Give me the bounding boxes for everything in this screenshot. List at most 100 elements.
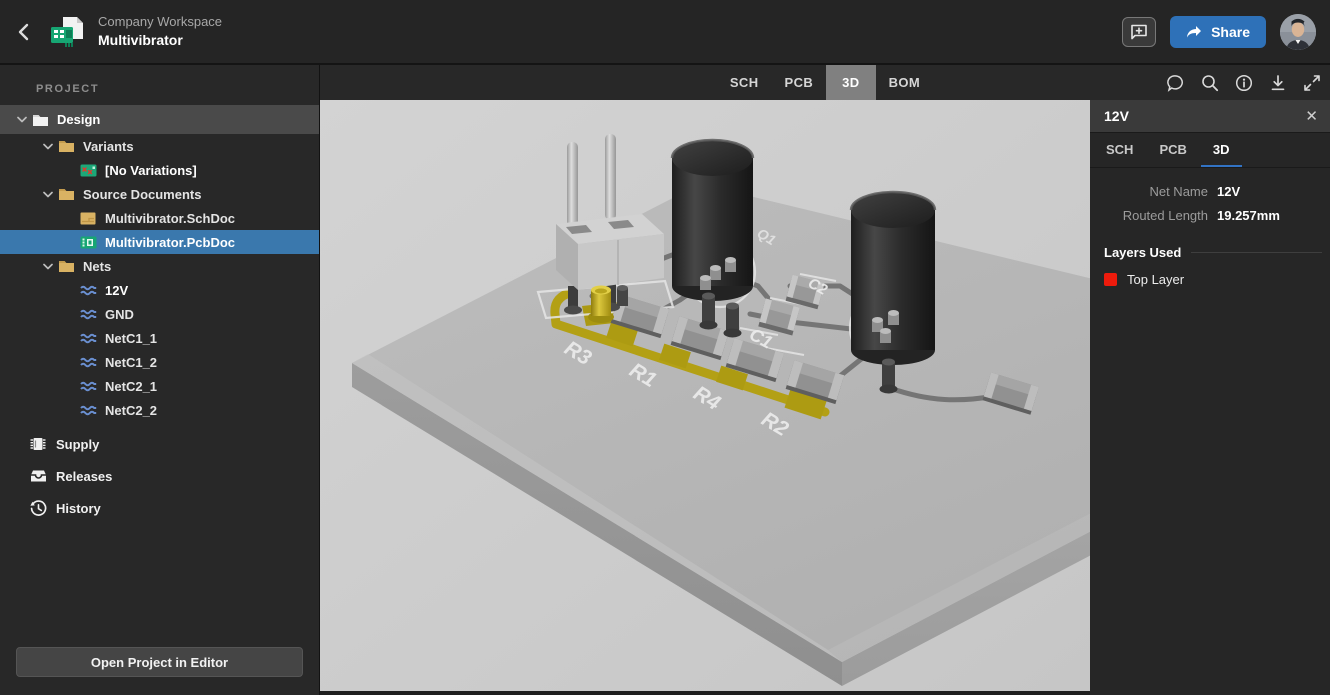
search-button[interactable] xyxy=(1198,71,1222,95)
pcb-3d-viewport[interactable]: Q1 xyxy=(320,100,1090,695)
comment-plus-icon xyxy=(1130,24,1148,40)
net-panel-tab-pcb[interactable]: PCB xyxy=(1147,133,1198,167)
tree-item-netc1-1[interactable]: NetC1_1 xyxy=(0,326,319,350)
back-button[interactable] xyxy=(6,12,40,52)
tree-item-variants[interactable]: Variants xyxy=(0,134,319,158)
net-panel-title: 12V xyxy=(1104,108,1129,124)
expand-chevron[interactable] xyxy=(12,116,32,123)
folder-icon xyxy=(58,186,76,202)
expand-chevron[interactable] xyxy=(38,191,58,198)
add-comment-button[interactable] xyxy=(1122,17,1156,47)
sidebar-item-label: Supply xyxy=(56,437,99,452)
expand-chevron[interactable] xyxy=(38,143,58,150)
tree-item-netc2-1[interactable]: NetC2_1 xyxy=(0,374,319,398)
chip-icon xyxy=(30,436,47,453)
pcb-3d-scene: Q1 xyxy=(320,100,1090,695)
layer-name: Top Layer xyxy=(1127,272,1184,287)
close-icon[interactable]: ✕ xyxy=(1305,109,1318,124)
project-tree: Design Variants [No Variations] Source Docu… xyxy=(0,105,319,422)
tree-item-netc2-2[interactable]: NetC2_2 xyxy=(0,398,319,422)
altium-365-viewer: Company Workspace Multivibrator Share xyxy=(0,0,1330,695)
tree-item-label: NetC1_2 xyxy=(105,355,157,370)
folder-icon xyxy=(58,259,75,273)
tree-item-label: Multivibrator.SchDoc xyxy=(105,211,235,226)
field-value: 12V xyxy=(1217,184,1240,199)
project-sidebar: PROJECT Design Variants [No Variations] Sou… xyxy=(0,65,320,695)
field-label: Net Name xyxy=(1098,184,1208,199)
expand-chevron[interactable] xyxy=(38,263,58,270)
tree-item-multivibrator-pcbdoc[interactable]: Multivibrator.PcbDoc xyxy=(0,230,319,254)
view-tab-bom[interactable]: BOM xyxy=(876,65,934,100)
capacitor-c2-3d xyxy=(851,192,935,365)
fullscreen-button[interactable] xyxy=(1300,71,1324,95)
net-panel-tab-3d[interactable]: 3D xyxy=(1201,133,1242,167)
inbox-icon xyxy=(30,468,47,485)
tree-item-label: [No Variations] xyxy=(105,163,197,178)
tree-item-label: Multivibrator.PcbDoc xyxy=(105,235,235,250)
pcbdoc-icon xyxy=(80,234,98,250)
info-icon xyxy=(1235,74,1253,92)
workspace-name: Company Workspace xyxy=(98,13,222,31)
history-clock-icon xyxy=(30,500,47,517)
layers-list: Top Layer xyxy=(1090,260,1330,299)
tree-item-label: NetC2_1 xyxy=(105,379,157,394)
layers-used-section: Layers Used xyxy=(1104,245,1322,260)
comments-icon xyxy=(1167,74,1186,92)
net-icon xyxy=(80,402,98,418)
net-icon xyxy=(80,330,98,346)
user-avatar[interactable] xyxy=(1280,14,1316,50)
avatar-image xyxy=(1280,14,1316,50)
tree-item-label: Design xyxy=(57,112,100,127)
download-icon xyxy=(1269,74,1287,92)
net-icon xyxy=(80,284,98,297)
tree-item-no-variations[interactable]: [No Variations] xyxy=(0,158,319,182)
open-project-in-editor-button[interactable]: Open Project in Editor xyxy=(16,647,303,677)
schdoc-icon xyxy=(80,212,96,225)
net-panel-tab-sch[interactable]: SCH xyxy=(1094,133,1145,167)
field-row-net-name: Net Name 12V xyxy=(1098,184,1322,199)
net-inspect-panel: 12V ✕ SCHPCB3D Net Name 12V Routed Length 1… xyxy=(1090,100,1330,695)
sidebar-section-label: PROJECT xyxy=(0,65,319,105)
tree-item-gnd[interactable]: GND xyxy=(0,302,319,326)
tree-item-design[interactable]: Design xyxy=(0,105,319,134)
net-icon xyxy=(80,378,98,394)
field-label: Routed Length xyxy=(1098,208,1208,223)
sidebar-item-releases[interactable]: Releases xyxy=(0,460,319,492)
tree-item-netc1-2[interactable]: NetC1_2 xyxy=(0,350,319,374)
view-tabbar: SCHPCB3DBOM xyxy=(320,65,1330,100)
highlighted-pin-12v xyxy=(588,286,614,324)
view-tab-sch[interactable]: SCH xyxy=(717,65,772,100)
supply-chip-icon xyxy=(30,436,46,452)
sidebar-item-supply[interactable]: Supply xyxy=(0,428,319,460)
net-icon xyxy=(80,404,98,417)
variant-icon xyxy=(80,162,98,178)
comments-button[interactable] xyxy=(1164,71,1188,95)
sidebar-item-label: History xyxy=(56,501,101,516)
folder-icon xyxy=(58,139,75,153)
net-icon xyxy=(80,282,98,298)
info-button[interactable] xyxy=(1232,71,1256,95)
view-tab-pcb[interactable]: PCB xyxy=(772,65,827,100)
net-icon xyxy=(80,308,98,321)
view-tab-3d[interactable]: 3D xyxy=(826,65,875,100)
folder-icon xyxy=(58,187,75,201)
tree-item-source-documents[interactable]: Source Documents xyxy=(0,182,319,206)
sidebar-item-history[interactable]: History xyxy=(0,492,319,524)
tree-item-multivibrator-schdoc[interactable]: Multivibrator.SchDoc xyxy=(0,206,319,230)
share-label: Share xyxy=(1211,24,1250,40)
share-button[interactable]: Share xyxy=(1170,16,1266,48)
pcbdoc-icon xyxy=(80,236,97,249)
fullscreen-icon xyxy=(1303,74,1321,92)
app-header: Company Workspace Multivibrator Share xyxy=(0,0,1330,65)
tree-item-nets[interactable]: Nets xyxy=(0,254,319,278)
view-tabs: SCHPCB3DBOM xyxy=(717,65,933,100)
net-icon xyxy=(80,306,98,322)
net-panel-tabs: SCHPCB3D xyxy=(1090,133,1330,168)
net-panel-header: 12V ✕ xyxy=(1090,100,1330,133)
download-button[interactable] xyxy=(1266,71,1290,95)
share-icon xyxy=(1186,25,1202,39)
tree-item-12v[interactable]: 12V xyxy=(0,278,319,302)
releases-inbox-icon xyxy=(30,469,47,483)
net-icon xyxy=(80,380,98,393)
chevron-down-icon xyxy=(43,263,53,270)
